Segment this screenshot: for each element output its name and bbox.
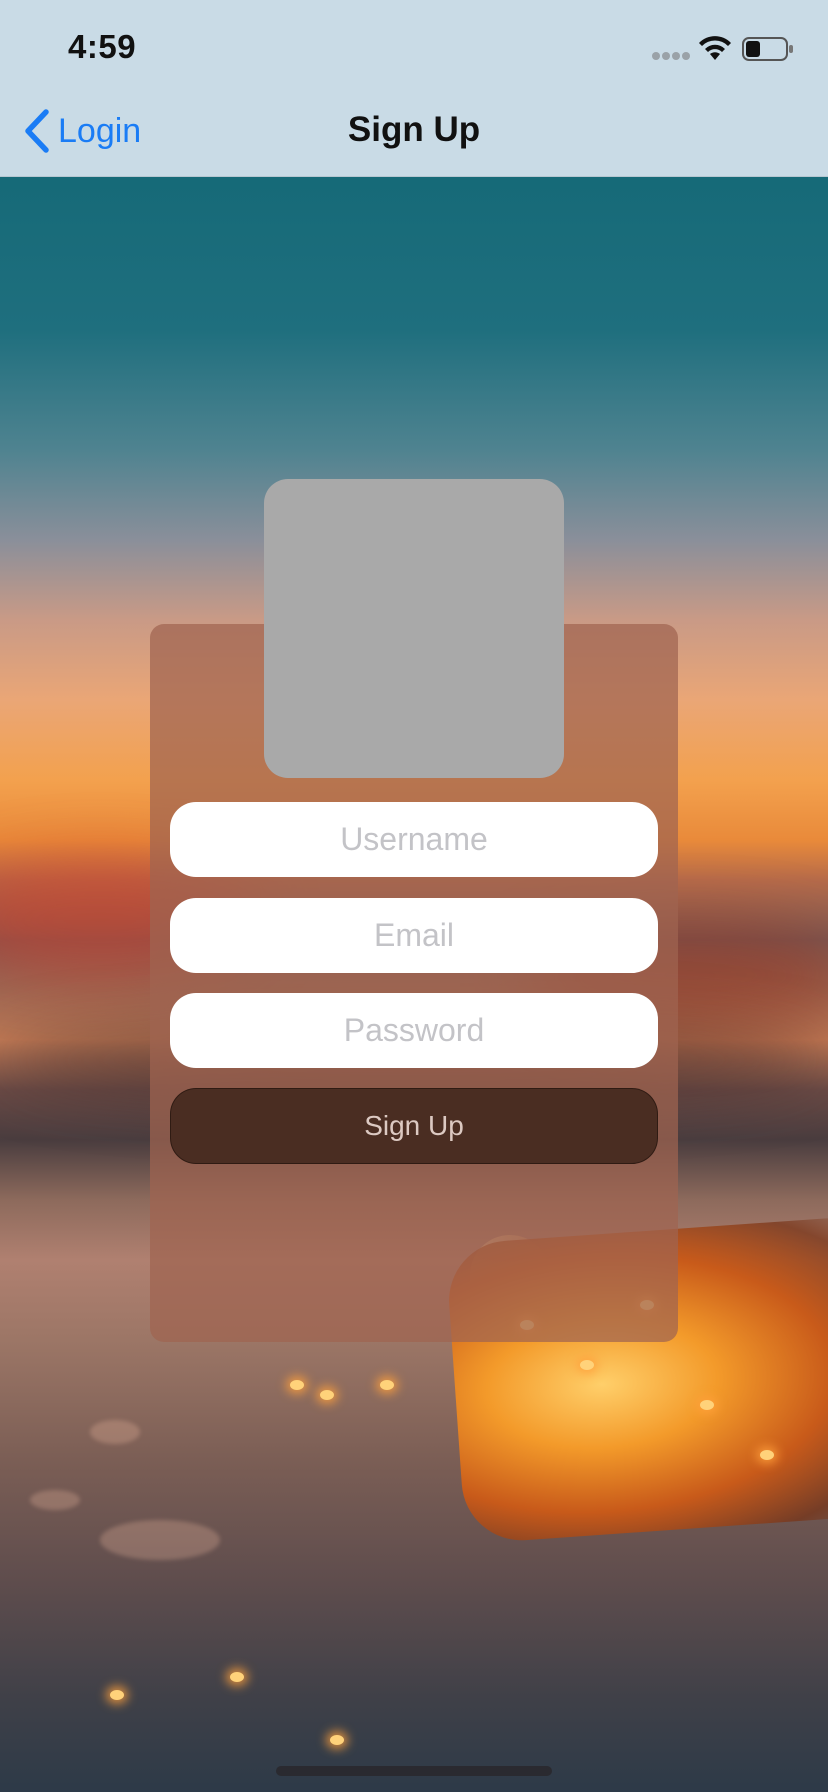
password-field[interactable] (170, 993, 658, 1068)
email-field[interactable] (170, 898, 658, 973)
username-field[interactable] (170, 802, 658, 877)
navigation-bar: Login Sign Up (0, 88, 828, 177)
profile-image-placeholder[interactable] (264, 479, 564, 778)
signal-icon (652, 52, 692, 60)
home-indicator[interactable] (276, 1766, 552, 1776)
page-title: Sign Up (347, 110, 481, 149)
sign-up-screen: 4:59 Login Sign Up Si (0, 0, 828, 1792)
status-bar: 4:59 (0, 0, 828, 88)
battery-icon (742, 37, 793, 61)
sign-up-button[interactable]: Sign Up (170, 1088, 658, 1164)
wifi-icon (699, 36, 731, 60)
status-time: 4:59 (68, 28, 137, 65)
